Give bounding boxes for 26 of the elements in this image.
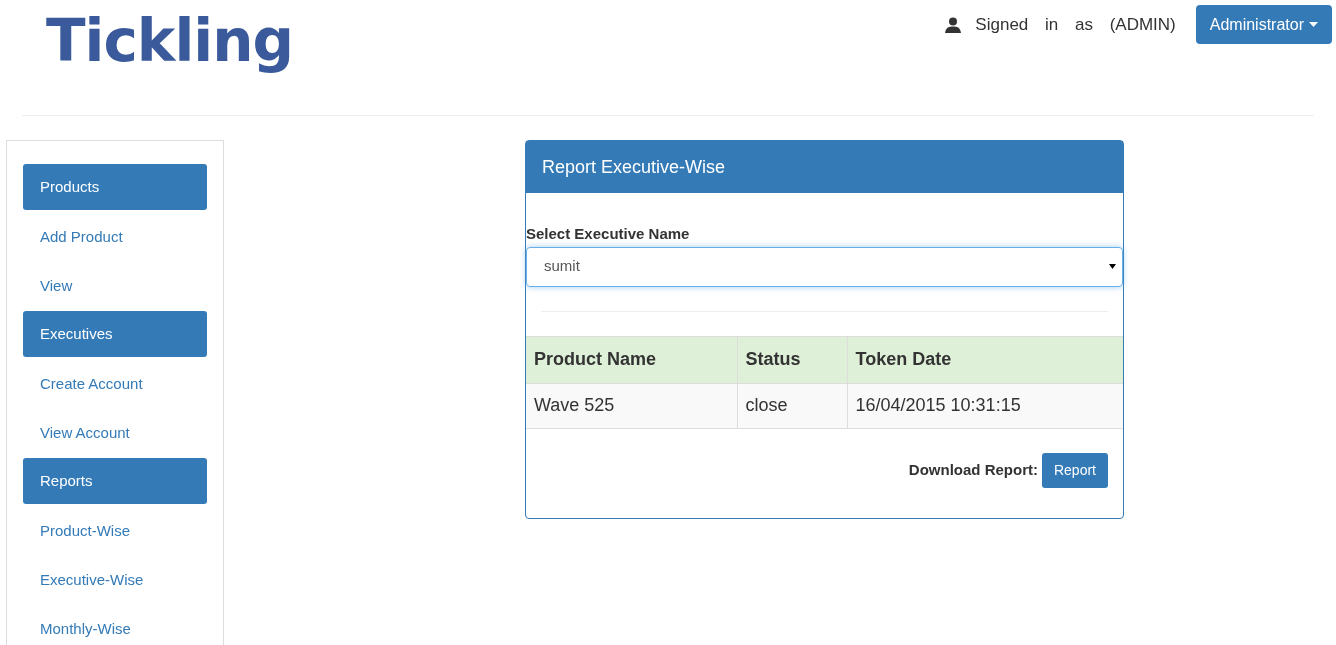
table-cell: Wave 525: [526, 383, 737, 428]
caret-icon: [1309, 22, 1318, 27]
executive-select[interactable]: sumit: [526, 246, 1123, 287]
user-icon: [945, 16, 962, 33]
select-label: Select Executive Name: [526, 224, 691, 244]
signed-in-text: Signed in as (ADMIN): [975, 13, 1176, 36]
sidebar-section-header[interactable]: Executives: [23, 311, 207, 357]
sidebar-link[interactable]: Create Account: [23, 360, 207, 409]
download-label: Download Report:: [908, 459, 1038, 480]
sidebar-link[interactable]: View: [23, 262, 207, 311]
dropdown-arrow-icon: [1109, 264, 1116, 269]
sidebar-link[interactable]: Product-Wise: [23, 507, 207, 556]
report-button[interactable]: Report: [1041, 452, 1108, 488]
table-header-cell: Status: [737, 336, 847, 383]
table-header-cell: Token Date: [847, 336, 1123, 383]
table-cell: 16/04/2015 10:31:15: [847, 383, 1123, 428]
sidebar-link[interactable]: Monthly-Wise: [23, 605, 207, 645]
sidebar-section-header[interactable]: Reports: [23, 458, 207, 504]
table-header-cell: Product Name: [526, 336, 737, 383]
sidebar-link[interactable]: Executive-Wise: [23, 556, 207, 605]
sidebar-link[interactable]: Add Product: [23, 213, 207, 262]
sidebar-section-header[interactable]: Products: [23, 164, 207, 210]
panel-title: Report Executive-Wise: [542, 155, 726, 179]
table-cell: close: [737, 383, 847, 428]
administrator-menu-button[interactable]: Administrator: [1195, 5, 1332, 44]
sidebar-link[interactable]: View Account: [23, 409, 207, 458]
